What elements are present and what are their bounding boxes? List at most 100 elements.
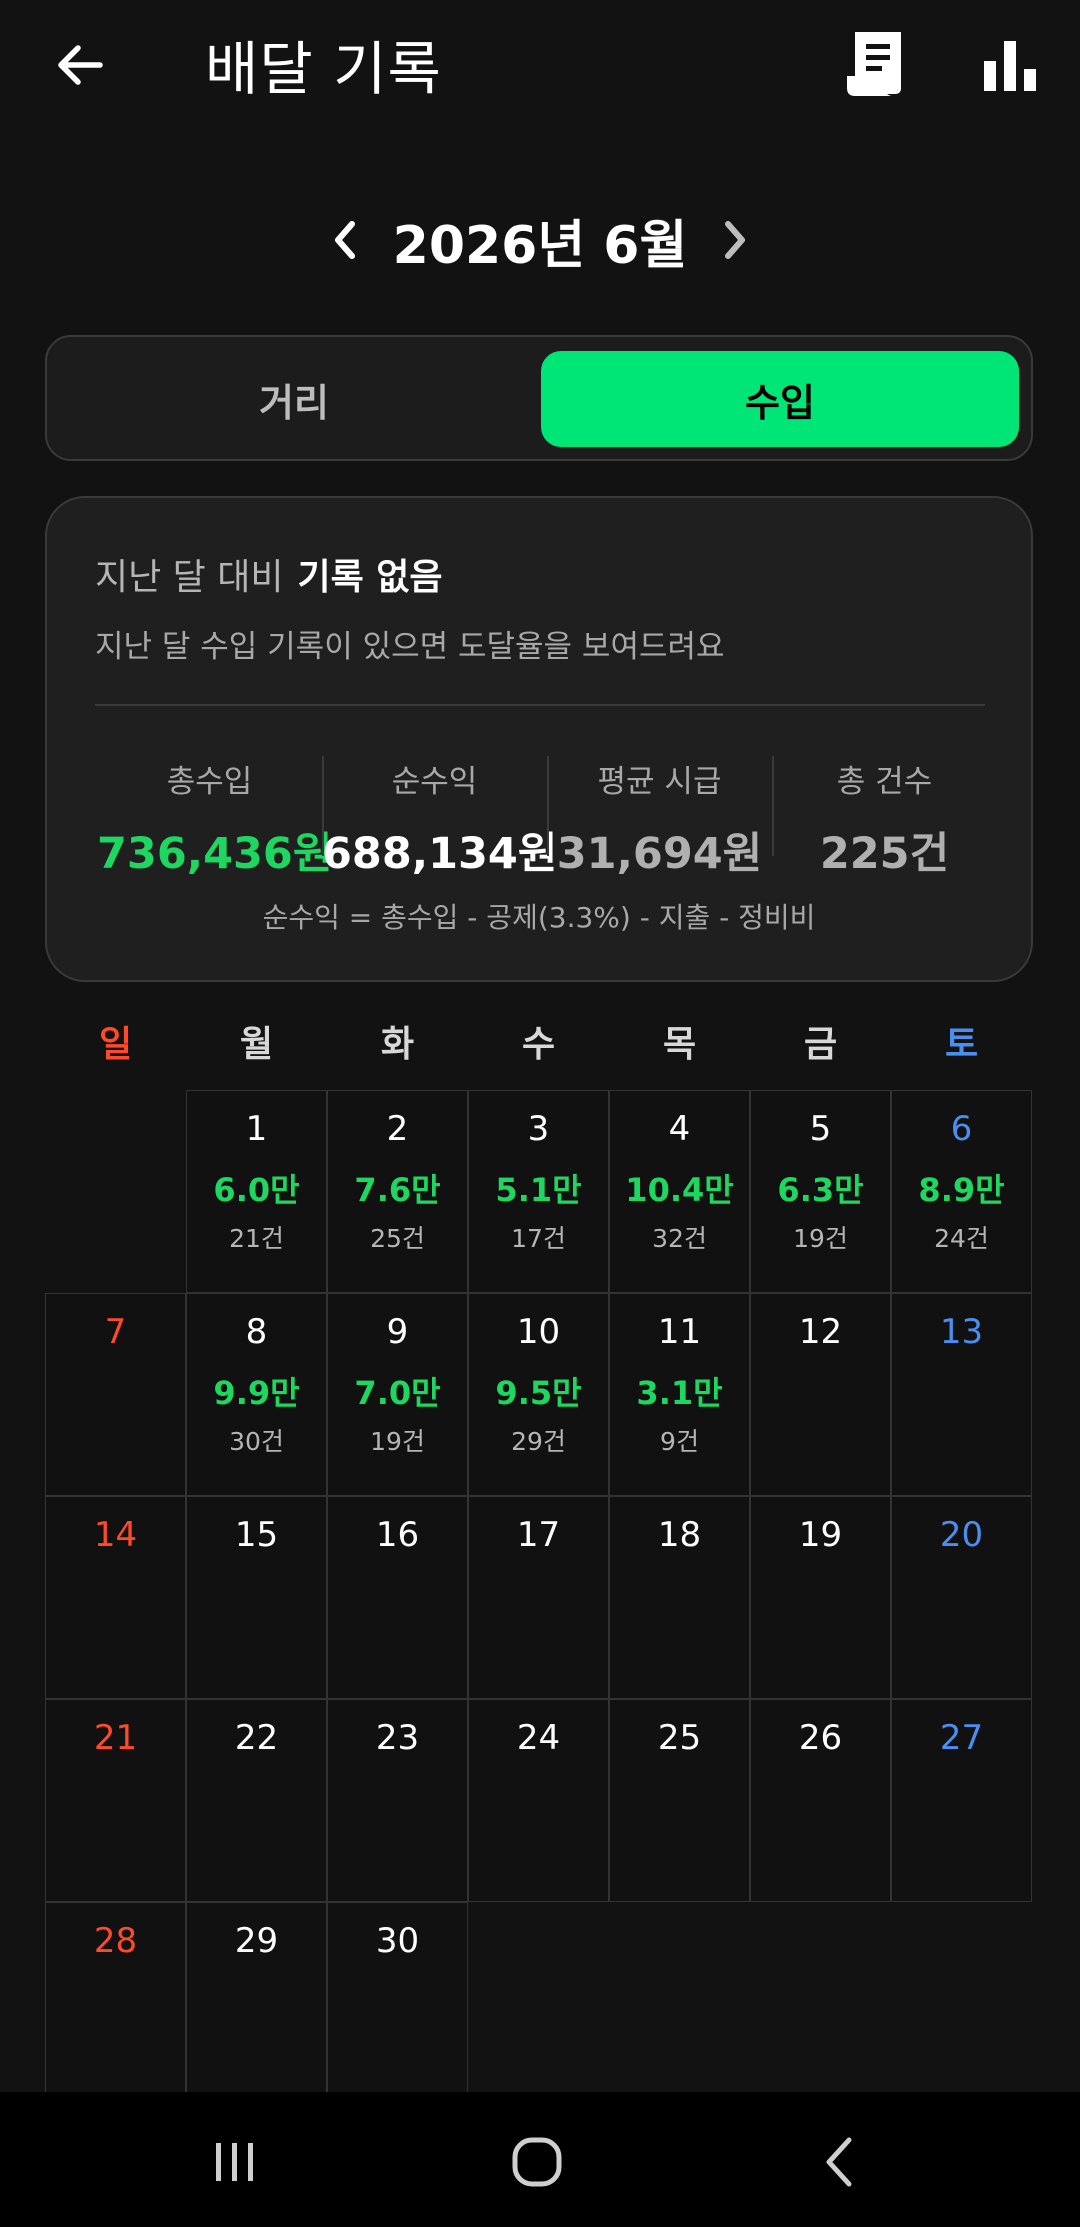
calendar-day-cell[interactable]: 3 5.1만 17건 — [468, 1090, 609, 1293]
calendar-day-cell[interactable]: 20 — [891, 1496, 1032, 1699]
calendar-day-cell[interactable]: 10 9.5만 29건 — [468, 1293, 609, 1496]
bar-chart-icon — [984, 41, 1036, 91]
day-number: 3 — [527, 1109, 550, 1149]
system-back-icon — [826, 2137, 852, 2187]
day-number: 2 — [386, 1109, 409, 1149]
stat-value: 225건 — [819, 829, 950, 879]
system-back-button[interactable] — [795, 2122, 885, 2202]
calendar-day-cell[interactable]: 23 — [327, 1699, 468, 1902]
day-number: 28 — [93, 1921, 138, 1961]
stat-label: 평균 시급 — [597, 764, 722, 800]
calendar-day-cell[interactable]: 14 — [45, 1496, 186, 1699]
day-income: 6.3만 — [777, 1171, 864, 1209]
calendar-day-cell[interactable]: 29 — [186, 1902, 327, 2105]
calendar-day-cell[interactable]: 16 — [327, 1496, 468, 1699]
day-number: 5 — [809, 1109, 832, 1149]
comparison-prefix: 지난 달 대비 — [95, 557, 284, 598]
back-button[interactable] — [40, 30, 120, 100]
day-number: 29 — [234, 1921, 279, 1961]
calendar-day-cell[interactable]: 25 — [609, 1699, 750, 1902]
weekday-thu: 목 — [662, 1024, 697, 1065]
calendar-day-cell[interactable]: 1 6.0만 21건 — [186, 1090, 327, 1293]
day-delivery-count: 19건 — [370, 1427, 425, 1456]
stat-value: 31,694원 — [556, 829, 763, 879]
comparison-line: 지난 달 대비 기록 없음 — [95, 548, 443, 600]
weekday-tue: 화 — [380, 1024, 415, 1065]
calendar-day-cell[interactable]: 9 7.0만 19건 — [327, 1293, 468, 1496]
day-income: 6.0만 — [213, 1171, 300, 1209]
stat-value: 736,436원 — [97, 829, 333, 879]
calendar-day-cell[interactable]: 11 3.1만 9건 — [609, 1293, 750, 1496]
stats-button[interactable] — [980, 35, 1040, 95]
tab-distance[interactable]: 거리 — [59, 351, 529, 447]
weekday-sun: 일 — [98, 1024, 133, 1065]
calendar-day-cell[interactable]: 17 — [468, 1496, 609, 1699]
system-navigation-bar — [0, 2092, 1080, 2227]
recents-button[interactable] — [190, 2122, 280, 2202]
calendar-day-cell[interactable]: 27 — [891, 1699, 1032, 1902]
tab-income[interactable]: 수입 — [541, 351, 1019, 447]
day-number: 16 — [375, 1515, 420, 1555]
day-number: 22 — [234, 1718, 279, 1758]
calendar-day-cell[interactable]: 15 — [186, 1496, 327, 1699]
weekday-sat: 토 — [944, 1024, 979, 1065]
calendar-day-cell[interactable]: 30 — [327, 1902, 468, 2105]
day-number: 6 — [950, 1109, 973, 1149]
calendar-day-cell[interactable]: 18 — [609, 1496, 750, 1699]
day-income: 7.6만 — [354, 1171, 441, 1209]
arrow-left-icon — [58, 45, 103, 85]
day-delivery-count: 29건 — [511, 1427, 566, 1456]
calendar-day-cell[interactable]: 2 7.6만 25건 — [327, 1090, 468, 1293]
calendar-day-cell[interactable]: 24 — [468, 1699, 609, 1902]
day-number: 27 — [939, 1718, 984, 1758]
day-number: 21 — [93, 1718, 138, 1758]
day-delivery-count: 17건 — [511, 1224, 566, 1253]
month-label: 2026년 6월 — [392, 216, 688, 276]
next-month-button[interactable] — [710, 210, 760, 270]
stat-total-count: 총 건수 225건 — [772, 756, 997, 881]
day-number: 20 — [939, 1515, 984, 1555]
day-number: 7 — [104, 1312, 127, 1352]
stat-total-income: 총수입 736,436원 — [97, 756, 333, 881]
home-button[interactable] — [492, 2122, 582, 2202]
calendar-day-cell[interactable]: 13 — [891, 1293, 1032, 1496]
stat-net-profit: 순수익 688,134원 — [322, 756, 557, 881]
page-title: 배달 기록 — [205, 35, 442, 103]
day-delivery-count: 9건 — [660, 1427, 699, 1456]
stat-label: 총수입 — [166, 764, 253, 800]
comparison-description: 지난 달 수입 기록이 있으면 도달율을 보여드려요 — [95, 629, 725, 665]
calendar-day-cell[interactable]: 26 — [750, 1699, 891, 1902]
calendar-day-cell[interactable]: 7 — [45, 1293, 186, 1496]
day-delivery-count: 25건 — [370, 1224, 425, 1253]
day-income: 3.1만 — [636, 1374, 723, 1412]
calendar-day-cell[interactable]: 5 6.3만 19건 — [750, 1090, 891, 1293]
day-income: 9.5만 — [495, 1374, 582, 1412]
calendar-day-cell[interactable]: 28 — [45, 1902, 186, 2105]
day-number: 13 — [939, 1312, 984, 1352]
calendar-day-cell[interactable]: 8 9.9만 30건 — [186, 1293, 327, 1496]
day-income: 8.9만 — [918, 1171, 1005, 1209]
calendar-day-cell[interactable]: 21 — [45, 1699, 186, 1902]
chevron-right-icon — [725, 221, 745, 259]
recents-icon — [216, 2143, 253, 2181]
receipt-button[interactable] — [845, 28, 911, 100]
calendar-day-cell[interactable]: 6 8.9만 24건 — [891, 1090, 1032, 1293]
day-delivery-count: 30건 — [229, 1427, 284, 1456]
weekday-header: 일 월 화 수 목 금 토 — [45, 1015, 1033, 1075]
day-number: 9 — [386, 1312, 409, 1352]
calendar-day-cell[interactable]: 19 — [750, 1496, 891, 1699]
day-number: 4 — [668, 1109, 691, 1149]
comparison-value: 기록 없음 — [297, 557, 443, 598]
month-navigator: 2026년 6월 — [0, 195, 1080, 285]
weekday-mon: 월 — [239, 1024, 274, 1065]
day-number: 15 — [234, 1515, 279, 1555]
calendar-day-cell[interactable]: 4 10.4만 32건 — [609, 1090, 750, 1293]
calendar-day-cell[interactable]: 22 — [186, 1699, 327, 1902]
day-number: 24 — [516, 1718, 561, 1758]
day-number: 14 — [93, 1515, 138, 1555]
day-delivery-count: 24건 — [934, 1224, 989, 1253]
weekday-fri: 금 — [803, 1024, 838, 1065]
day-income: 5.1만 — [495, 1171, 582, 1209]
calendar-day-cell[interactable]: 12 — [750, 1293, 891, 1496]
top-app-bar: 배달 기록 — [0, 0, 1080, 130]
